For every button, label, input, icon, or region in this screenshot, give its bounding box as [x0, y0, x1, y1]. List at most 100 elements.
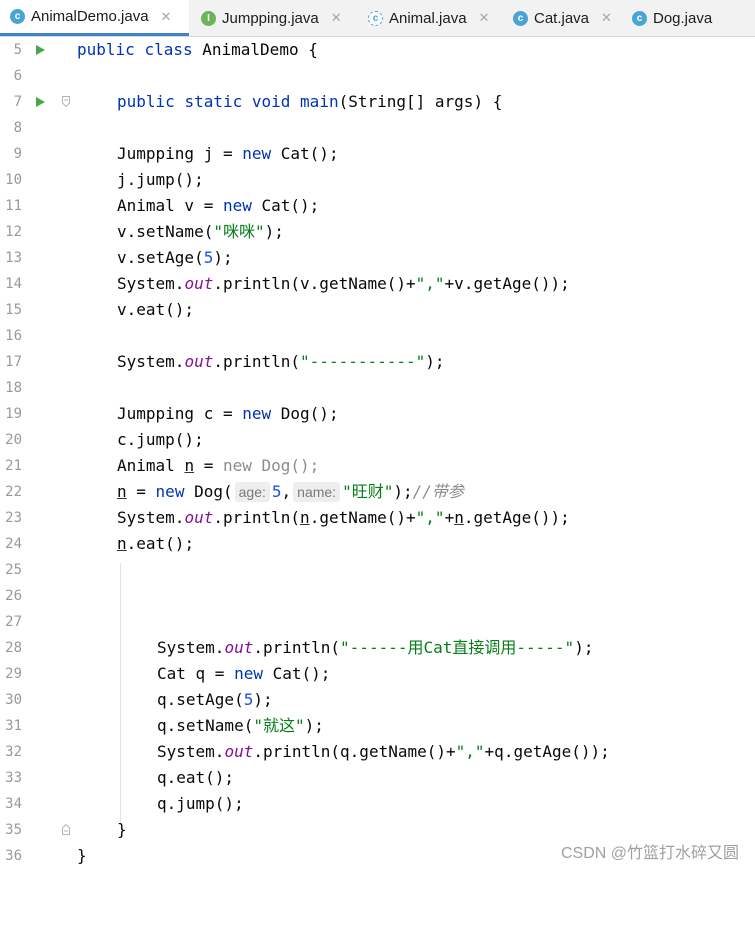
line-number: 29 — [5, 666, 22, 682]
line-number: 7 — [13, 94, 22, 110]
code-line: 7 public static void main(String[] args)… — [0, 89, 755, 115]
line-number: 36 — [5, 848, 22, 864]
line-number: 34 — [5, 796, 22, 812]
code-text: public class AnimalDemo { — [77, 40, 318, 59]
code-line: 9 Jumpping j = new Cat(); — [0, 141, 755, 167]
code-line: 6 — [0, 63, 755, 89]
code-text: System.out.println(n.getName()+","+n.get… — [117, 508, 570, 527]
code-line: 18 — [0, 375, 755, 401]
code-line: 13 v.setAge(5); — [0, 245, 755, 271]
tab-label: AnimalDemo.java — [31, 8, 149, 25]
line-number: 9 — [13, 146, 22, 162]
code-text: System.out.println("-----------"); — [117, 352, 445, 371]
line-number: 6 — [13, 68, 22, 84]
code-text: Jumpping j = new Cat(); — [117, 144, 339, 163]
code-text: q.jump(); — [157, 794, 244, 813]
line-number: 14 — [5, 276, 22, 292]
line-number: 28 — [5, 640, 22, 656]
code-line: 19 Jumpping c = new Dog(); — [0, 401, 755, 427]
class-icon: c — [632, 10, 647, 26]
code-line: 12 v.setName("咪咪"); — [0, 219, 755, 245]
tab-animal[interactable]: c Animal.java ✕ — [358, 0, 503, 36]
run-icon[interactable] — [36, 45, 45, 55]
code-line: 5 public class AnimalDemo { — [0, 37, 755, 63]
code-text: c.jump(); — [117, 430, 204, 449]
line-number: 11 — [5, 198, 22, 214]
code-line: 16 — [0, 323, 755, 349]
editor-tab-bar: c AnimalDemo.java ✕ I Jumpping.java ✕ c … — [0, 0, 755, 37]
code-text: Animal n = new Dog(); — [117, 456, 320, 475]
code-line: 23 System.out.println(n.getName()+","+n.… — [0, 505, 755, 531]
tab-dog[interactable]: c Dog.java — [622, 0, 755, 36]
line-number: 32 — [5, 744, 22, 760]
line-number: 10 — [5, 172, 22, 188]
line-number: 17 — [5, 354, 22, 370]
code-text: v.eat(); — [117, 300, 195, 319]
run-icon[interactable] — [36, 97, 45, 107]
close-icon[interactable]: ✕ — [601, 10, 612, 26]
code-line: 21 Animal n = new Dog(); — [0, 453, 755, 479]
interface-icon: I — [201, 10, 216, 26]
class-icon: c — [10, 9, 25, 24]
code-text: n = new Dog(age: 5, name: "旺财");//带参 — [117, 482, 464, 502]
line-number: 21 — [5, 458, 22, 474]
tab-cat[interactable]: c Cat.java ✕ — [503, 0, 622, 36]
tab-jumpping[interactable]: I Jumpping.java ✕ — [191, 0, 358, 36]
code-line: 28 System.out.println("------用Cat直接调用---… — [0, 635, 755, 661]
line-number: 16 — [5, 328, 22, 344]
code-line: 20 c.jump(); — [0, 427, 755, 453]
code-line: 33 q.eat(); — [0, 765, 755, 791]
class-icon: c — [513, 10, 528, 26]
code-line: 8 — [0, 115, 755, 141]
line-number: 24 — [5, 536, 22, 552]
code-text: v.setAge(5); — [117, 248, 233, 267]
code-line: 24 n.eat(); — [0, 531, 755, 557]
fold-icon[interactable] — [62, 824, 70, 835]
line-number: 35 — [5, 822, 22, 838]
code-text: q.setName("就这"); — [157, 716, 324, 735]
code-text: q.setAge(5); — [157, 690, 273, 709]
tab-label: Dog.java — [653, 9, 713, 27]
line-number: 25 — [5, 562, 22, 578]
close-icon[interactable]: ✕ — [479, 10, 490, 26]
code-text: q.eat(); — [157, 768, 235, 787]
parameter-hint: age: — [234, 482, 270, 502]
tab-animaldemo[interactable]: c AnimalDemo.java ✕ — [0, 0, 189, 36]
code-text: j.jump(); — [117, 170, 204, 189]
line-number: 13 — [5, 250, 22, 266]
line-number: 18 — [5, 380, 22, 396]
tab-label: Jumpping.java — [222, 9, 319, 27]
code-line: 25 — [0, 557, 755, 583]
fold-icon[interactable] — [62, 96, 70, 107]
line-number: 8 — [13, 120, 22, 136]
line-number: 22 — [5, 484, 22, 500]
code-line: 32 System.out.println(q.getName()+","+q.… — [0, 739, 755, 765]
line-number: 15 — [5, 302, 22, 318]
tab-label: Cat.java — [534, 9, 590, 27]
code-line: 15 v.eat(); — [0, 297, 755, 323]
code-text: Cat q = new Cat(); — [157, 664, 331, 683]
line-number: 5 — [13, 42, 22, 58]
line-number: 26 — [5, 588, 22, 604]
code-text: n.eat(); — [117, 534, 195, 553]
line-number: 27 — [5, 614, 22, 630]
tab-label: Animal.java — [389, 9, 467, 27]
code-text: v.setName("咪咪"); — [117, 222, 284, 241]
close-icon[interactable]: ✕ — [161, 9, 172, 25]
code-line: 17 System.out.println("-----------"); — [0, 349, 755, 375]
close-icon[interactable]: ✕ — [331, 10, 342, 26]
watermark: CSDN @竹篮打水碎又圆 — [560, 845, 739, 862]
code-text: Jumpping c = new Dog(); — [117, 404, 339, 423]
line-number: 23 — [5, 510, 22, 526]
abstract-class-icon: c — [368, 10, 383, 26]
line-number: 33 — [5, 770, 22, 786]
code-line: 31 q.setName("就这"); — [0, 713, 755, 739]
code-text: } — [117, 820, 127, 839]
line-number: 31 — [5, 718, 22, 734]
line-number: 30 — [5, 692, 22, 708]
line-number: 19 — [5, 406, 22, 422]
parameter-hint: name: — [293, 482, 341, 502]
code-text: System.out.println("------用Cat直接调用-----"… — [157, 638, 594, 657]
code-line: 22 n = new Dog(age: 5, name: "旺财");//带参 — [0, 479, 755, 505]
code-text: Animal v = new Cat(); — [117, 196, 320, 215]
